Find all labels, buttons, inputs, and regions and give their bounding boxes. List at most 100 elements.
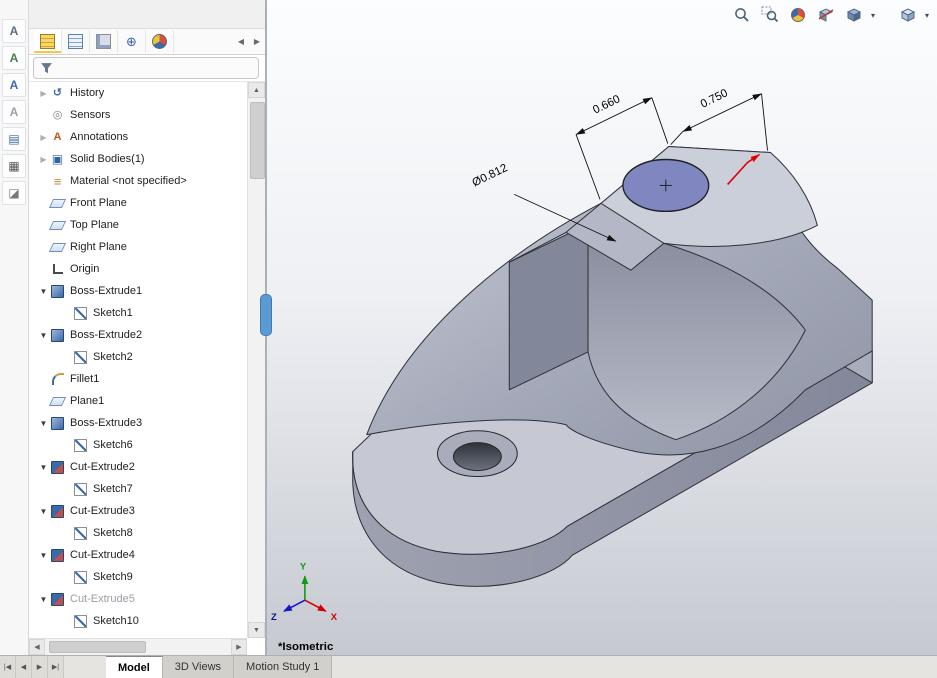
tab-overflow-left-icon[interactable]: ◀ [233, 32, 249, 52]
hatch-pattern-icon[interactable]: ▦ [2, 154, 26, 178]
tree-item[interactable]: Sketch6 [29, 434, 247, 456]
model-canvas[interactable]: 0.660 0.750 Ø0.812 [267, 0, 937, 655]
tree-item[interactable]: ▼Cut-Extrude3 [29, 500, 247, 522]
fillet-icon [50, 372, 65, 387]
right-plane-icon [50, 240, 65, 255]
left-annotation-toolbar: A A A A ▤ ▦ ◪ [0, 0, 29, 655]
tree-vertical-scrollbar[interactable]: ▲ ▼ [247, 82, 265, 638]
tree-item[interactable]: Sketch8 [29, 522, 247, 544]
cut-extrude-icon [50, 548, 65, 563]
graphics-viewport[interactable]: ▾ ▾ [267, 0, 937, 655]
annotation-muted-icon[interactable]: A [2, 100, 26, 124]
tree-item[interactable]: Sketch2 [29, 346, 247, 368]
tab-model[interactable]: Model [106, 656, 163, 678]
expander-icon[interactable]: ▼ [37, 331, 50, 340]
scroll-up-icon[interactable]: ▲ [248, 82, 265, 98]
annotation-link-icon[interactable]: A [2, 73, 26, 97]
tree-item[interactable]: ▶ Solid Bodies(1) [29, 148, 247, 170]
tab-displaymanager[interactable] [146, 30, 174, 53]
scroll-right-icon[interactable]: ▶ [231, 639, 247, 655]
tree-horizontal-scrollbar[interactable]: ◀ ▶ [29, 638, 247, 655]
tree-item[interactable]: ▶History [29, 82, 247, 104]
expander-icon[interactable]: ▼ [37, 287, 50, 296]
table-icon[interactable]: ▤ [2, 127, 26, 151]
tab-dimxpertmanager[interactable] [118, 30, 146, 53]
expander-icon[interactable]: ▼ [37, 463, 50, 472]
material-icon [50, 174, 65, 189]
tree-item[interactable]: ▼Cut-Extrude5 [29, 588, 247, 610]
expander-icon[interactable]: ▼ [37, 419, 50, 428]
tree-item[interactable]: ▼Cut-Extrude4 [29, 544, 247, 566]
tree-item[interactable]: Sketch9 [29, 566, 247, 588]
tree-item[interactable]: Material <not specified> [29, 170, 247, 192]
tab-nav-last-icon[interactable]: ▶| [48, 656, 64, 678]
annotation-check-icon[interactable]: A [2, 46, 26, 70]
tree-filter-button[interactable] [33, 57, 259, 79]
zoom-fit-icon[interactable] [731, 5, 753, 25]
display-style-icon[interactable] [843, 5, 865, 25]
expander-icon[interactable]: ▼ [37, 507, 50, 516]
expander-icon[interactable]: ▶ [37, 155, 50, 164]
part-model[interactable] [353, 147, 873, 587]
tree-item[interactable]: ▶ Annotations [29, 126, 247, 148]
sketch-icon [73, 438, 88, 453]
tab-motion-study-1[interactable]: Motion Study 1 [234, 656, 332, 678]
tree-item[interactable]: ▼ Boss-Extrude2 [29, 324, 247, 346]
view-orientation-caret-icon[interactable]: ▾ [925, 11, 929, 20]
note-a-box-icon[interactable]: A [2, 19, 26, 43]
tab-nav-prev-icon[interactable]: ◀ [16, 656, 32, 678]
view-orientation-icon[interactable] [897, 5, 919, 25]
tree-item-label: Sensors [70, 109, 110, 121]
tab-nav-first-icon[interactable]: |◀ [0, 656, 16, 678]
expander-icon[interactable]: ▼ [37, 595, 50, 604]
expander-icon[interactable]: ▶ [37, 133, 50, 142]
expander-icon[interactable]: ▶ [37, 89, 50, 98]
tab-configurationmanager[interactable] [90, 30, 118, 53]
top-plane-icon [50, 218, 65, 233]
tree-item-label: Fillet1 [70, 373, 99, 385]
tree-item[interactable]: ▼Boss-Extrude3 [29, 412, 247, 434]
zoom-area-icon[interactable] [759, 5, 781, 25]
tree-item-label: Sketch2 [93, 351, 133, 363]
boss-extrude-icon [50, 328, 65, 343]
tree-item[interactable]: ▼Cut-Extrude2 [29, 456, 247, 478]
tree-item-label: Annotations [70, 131, 128, 143]
dimension-text: Ø0.812 [470, 162, 509, 189]
scroll-down-icon[interactable]: ▼ [248, 622, 265, 638]
tree-item[interactable]: ▼Boss-Extrude1 [29, 280, 247, 302]
expander-icon[interactable]: ▼ [37, 551, 50, 560]
tree-item-label: Sketch8 [93, 527, 133, 539]
dimension-0750[interactable]: 0.750 [671, 87, 768, 150]
tab-overflow-right-icon[interactable]: ▶ [249, 32, 265, 52]
dimxpert-icon [124, 34, 139, 49]
tree-item[interactable]: Sensors [29, 104, 247, 126]
tool-icon[interactable]: ◪ [2, 181, 26, 205]
panel-splitter-grip[interactable] [260, 294, 272, 336]
tree-item-label: Sketch9 [93, 571, 133, 583]
tree-item[interactable]: Origin [29, 258, 247, 280]
tab-featuremanager[interactable] [34, 30, 62, 53]
vertical-scroll-thumb[interactable] [250, 102, 265, 179]
origin-icon [50, 262, 65, 277]
tree-item[interactable]: Right Plane [29, 236, 247, 258]
horizontal-scroll-thumb[interactable] [49, 641, 146, 653]
appearance-icon[interactable] [787, 5, 809, 25]
tab-3d-views[interactable]: 3D Views [163, 656, 234, 678]
display-style-caret-icon[interactable]: ▾ [871, 11, 875, 20]
section-view-icon[interactable] [815, 5, 837, 25]
tree-item[interactable]: Top Plane [29, 214, 247, 236]
tab-nav-next-icon[interactable]: ▶ [32, 656, 48, 678]
tree-item-label: Solid Bodies(1) [70, 153, 145, 165]
tree-item[interactable]: Sketch10 [29, 610, 247, 632]
tab-propertymanager[interactable] [62, 30, 90, 53]
tree-item[interactable]: Sketch1 [29, 302, 247, 324]
tree-item[interactable]: Fillet1 [29, 368, 247, 390]
scroll-left-icon[interactable]: ◀ [29, 639, 45, 655]
tree-item[interactable]: Plane1 [29, 390, 247, 412]
panel-header [29, 0, 265, 29]
base-hole[interactable] [453, 443, 501, 471]
cut-extrude-icon [50, 504, 65, 519]
tree-item[interactable]: Sketch7 [29, 478, 247, 500]
tree-item-label: Boss-Extrude2 [70, 329, 142, 341]
tree-item[interactable]: Front Plane [29, 192, 247, 214]
